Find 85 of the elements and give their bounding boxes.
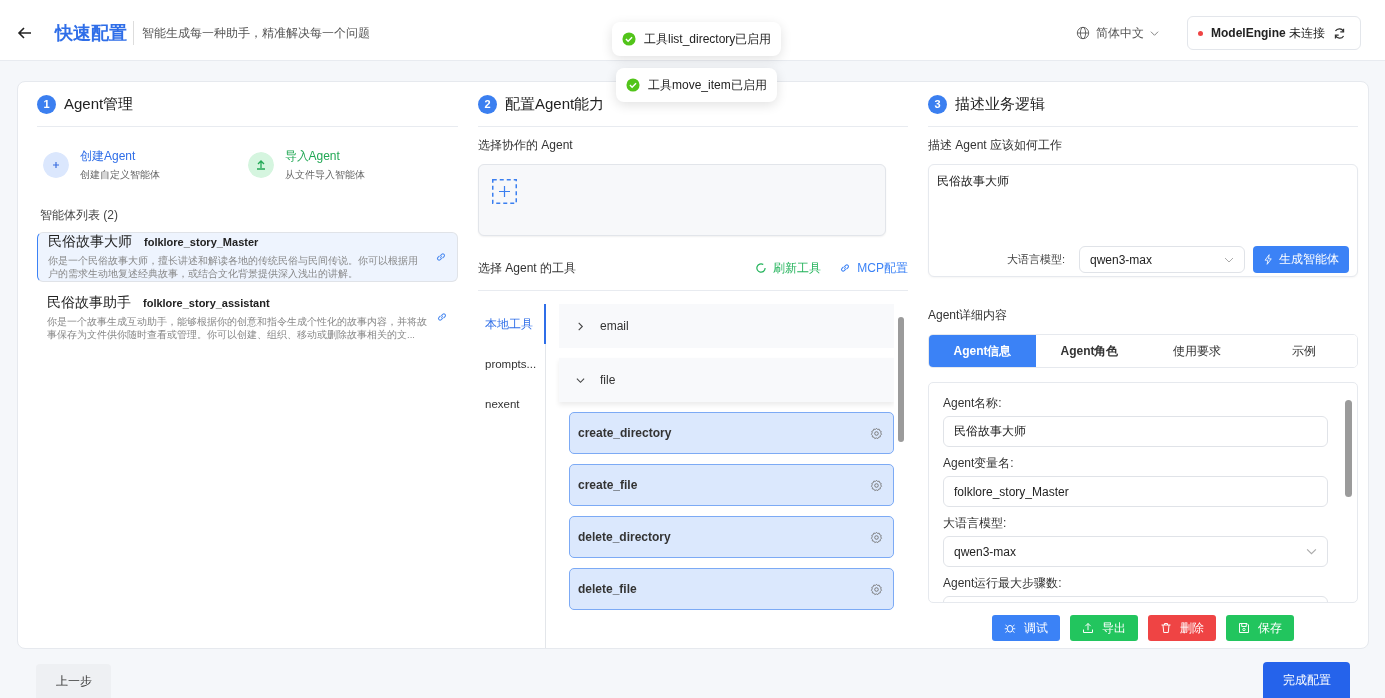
action-description: 从文件导入智能体 <box>284 168 365 182</box>
agent-description: 你是一个故事生成互动助手，能够根据你的创意和指令生成个性化的故事内容，并将故事保存为文件供你随时查看或管理。你可以创建、组织、移动或删除故事相关的文... <box>47 314 428 342</box>
category-tab[interactable]: 本地工具 <box>478 304 546 344</box>
step-title: 配置Agent能力 <box>505 94 605 114</box>
link-icon[interactable] <box>435 250 447 263</box>
page-subtitle: 智能生成每一种助手，精准解决每一个问题 <box>142 24 370 42</box>
section-label: Agent详细内容 <box>928 307 1009 324</box>
settings-icon[interactable] <box>870 478 883 492</box>
field-label: 大语言模型: <box>943 515 1008 532</box>
agent-item[interactable]: 民俗故事大师 folklore_story_Master 你是一个民俗故事大师，擅长讲述和解读各地的传统民俗与民间传说。你可以根据用户的需求生动地复述经典故事，或结合文化背景提供深入浅出的讲解。 <box>37 232 458 282</box>
agent-variable: folklore_story_assistant <box>143 296 270 309</box>
delete-button[interactable]: 删除 <box>1148 615 1216 641</box>
bug-icon <box>1004 622 1016 634</box>
language-selector[interactable]: 简体中文 <box>1070 23 1165 43</box>
chevron-down-icon <box>576 375 585 385</box>
tool-item[interactable]: create_file <box>569 464 894 506</box>
agent-description: 你是一个民俗故事大师，擅长讲述和解读各地的传统民俗与民间传说。你可以根据用户的需求生动地复述经典故事，或结合文化背景提供深入浅出的讲解。 <box>48 254 419 281</box>
tool-group-header[interactable]: email <box>559 304 894 348</box>
tool-name: create_file <box>578 478 638 492</box>
text-field[interactable]: folklore_story_Master <box>943 476 1328 507</box>
upload-icon <box>1082 622 1094 634</box>
field-label: Agent名称: <box>943 395 1003 412</box>
debug-button[interactable]: 调试 <box>992 615 1060 641</box>
action-title[interactable]: 创建Agent <box>80 148 160 165</box>
step-title: 描述业务逻辑 <box>955 94 1045 114</box>
detail-tab[interactable]: Agent信息 <box>929 335 1036 367</box>
tool-item[interactable]: delete_file <box>569 568 894 610</box>
step-number: 1 <box>37 94 56 114</box>
link-icon[interactable] <box>436 311 448 324</box>
connection-label: ModelEngine 未连接 <box>1211 24 1325 42</box>
lightning-icon <box>1263 254 1274 265</box>
text-field[interactable]: 民俗故事大师 <box>943 416 1328 447</box>
tool-name: create_directory <box>578 426 672 440</box>
link-icon <box>839 262 852 274</box>
finish-button[interactable]: 完成配置 <box>1263 662 1350 698</box>
mcp-config-link[interactable]: MCP配置 <box>839 259 908 277</box>
agent-name: 民俗故事助手 <box>47 293 131 312</box>
settings-icon[interactable] <box>870 530 883 544</box>
page-title: 快速配置 <box>55 21 134 45</box>
step-title: Agent管理 <box>64 94 134 114</box>
section-label: 选择协作的 Agent <box>478 137 574 154</box>
section-label: 描述 Agent 应该如何工作 <box>928 137 1064 154</box>
step-number: 3 <box>928 94 947 114</box>
floppy-disk-icon <box>1238 622 1250 634</box>
model-select[interactable]: qwen3-max <box>943 536 1328 567</box>
plus-icon[interactable] <box>43 152 69 178</box>
tool-name: delete_directory <box>578 530 671 544</box>
settings-icon[interactable] <box>870 582 883 596</box>
generate-agent-button[interactable]: 生成智能体 <box>1253 246 1349 273</box>
tool-item[interactable]: create_directory <box>569 412 894 454</box>
scrollbar-thumb[interactable] <box>898 317 904 442</box>
back-icon[interactable] <box>17 25 33 41</box>
category-tab[interactable]: nexent <box>478 384 546 424</box>
chevron-right-icon <box>576 321 585 331</box>
action-description: 创建自定义智能体 <box>80 168 160 182</box>
refresh-icon[interactable] <box>1333 26 1346 40</box>
model-select[interactable]: qwen3-max <box>1079 246 1245 273</box>
agent-variable: folklore_story_Master <box>144 236 259 248</box>
trash-icon <box>1160 622 1172 634</box>
list-title: 智能体列表 (2) <box>40 207 119 224</box>
chevron-down-icon <box>1306 546 1317 557</box>
tool-group-header[interactable]: file <box>559 358 894 402</box>
connection-status[interactable]: ModelEngine 未连接 <box>1187 16 1361 50</box>
previous-button[interactable]: 上一步 <box>36 664 111 698</box>
model-label: 大语言模型: <box>1006 252 1065 267</box>
agent-item[interactable]: 民俗故事助手 folklore_story_assistant 你是一个故事生成互动助手，能够根据你的创意和指令生成个性化的故事内容，并将故事保存为文件供你随时查看或管理。你可以创建、组织、移动或删除故事相关的文... <box>37 281 458 352</box>
toast-text: 工具move_item已启用 <box>648 76 767 94</box>
check-circle-icon <box>622 32 636 46</box>
step-number: 2 <box>478 94 497 114</box>
toast-text: 工具list_directory已启用 <box>644 30 772 48</box>
check-circle-icon <box>626 78 640 92</box>
add-agent-button[interactable] <box>492 179 517 204</box>
upload-icon[interactable] <box>247 152 274 178</box>
globe-icon <box>1076 26 1090 40</box>
settings-icon[interactable] <box>870 426 883 440</box>
section-label: 选择 Agent 的工具 <box>478 259 577 277</box>
field-label: Agent运行最大步骤数: <box>943 575 1063 592</box>
scrollbar-thumb[interactable] <box>1345 400 1352 497</box>
field-label: Agent变量名: <box>943 455 1015 472</box>
refresh-icon <box>755 262 768 274</box>
agent-name: 民俗故事大师 <box>48 233 132 251</box>
tool-name: delete_file <box>578 582 637 596</box>
chevron-down-icon <box>1150 28 1159 38</box>
tool-item[interactable]: delete_directory <box>569 516 894 558</box>
category-tab[interactable]: prompts... <box>478 344 546 384</box>
